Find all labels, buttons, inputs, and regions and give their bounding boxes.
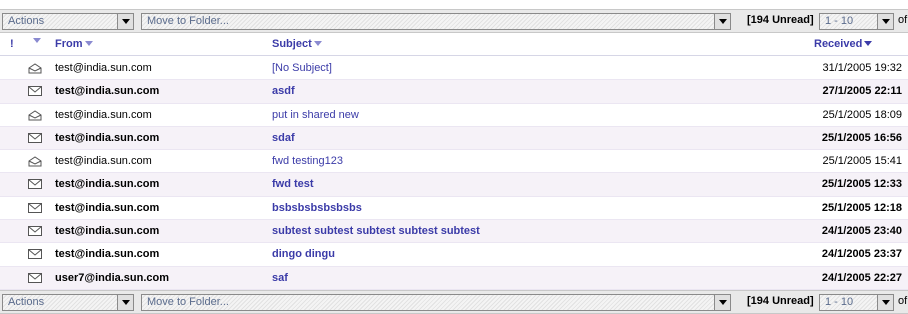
chevron-down-icon[interactable] [877,295,893,310]
message-subject-link[interactable]: dingo dingu [272,248,335,260]
top-toolbar: Actions Move to Folder... [194 Unread] 1… [0,9,908,33]
message-subject-link[interactable]: sdaf [272,132,295,144]
message-subject-link[interactable]: [No Subject] [272,62,332,74]
message-received: 24/1/2005 23:37 [821,248,902,261]
message-from: user7@india.sun.com [55,271,170,284]
actions-dropdown-label: Actions [8,15,45,27]
page-range-label: 1 - 10 [825,296,854,308]
envelope-open-icon [28,63,42,77]
message-row[interactable]: test@india.sun.com dingo dingu 24/1/2005 2… [0,243,908,267]
message-list: test@india.sun.com [No Subject] 31/1/2005 … [0,57,908,290]
message-row[interactable]: test@india.sun.com bsbsbsbsbsbsbs 25/1/200… [0,196,908,221]
sort-arrow-icon [864,41,873,46]
message-row[interactable]: test@india.sun.com subtest subtest subtes… [0,220,908,244]
chevron-down-icon[interactable] [877,14,893,29]
message-row[interactable]: user7@india.sun.com saf 24/1/2005 22:27 [0,266,908,290]
message-subject-link[interactable]: put in shared new [272,109,359,121]
message-from: test@india.sun.com [55,131,160,144]
message-from: test@india.sun.com [55,108,152,121]
envelope-open-icon [28,109,42,124]
message-row[interactable]: test@india.sun.com sdaf 25/1/2005 16:56 [0,126,908,151]
move-to-folder-dropdown[interactable]: Move to Folder... [141,13,731,30]
message-subject-link[interactable]: fwd testing123 [272,155,343,167]
message-subject-link[interactable]: asdf [272,85,295,97]
actions-dropdown[interactable]: Actions [2,13,134,30]
column-header-from[interactable]: From [55,38,93,50]
message-subject-link[interactable]: fwd test [272,178,314,190]
message-row[interactable]: test@india.sun.com put in shared new 25/1/… [0,103,908,127]
sort-arrow-icon [84,41,93,46]
envelope-closed-icon [28,202,42,216]
chevron-down-icon[interactable] [714,14,730,29]
column-header-received[interactable]: Received [814,38,873,50]
sort-arrow-icon [313,41,322,46]
message-received: 25/1/2005 16:56 [821,131,902,144]
envelope-open-icon [28,156,42,170]
message-list-header: ! From Subject Received [0,33,908,56]
envelope-closed-icon [28,132,42,146]
actions-dropdown[interactable]: Actions [2,294,134,311]
unread-count: [194 Unread] [747,14,814,26]
message-received: 24/1/2005 22:27 [821,271,902,284]
message-received: 25/1/2005 12:33 [821,178,902,191]
message-from: test@india.sun.com [55,201,160,214]
message-row[interactable]: test@india.sun.com fwd testing123 25/1/200… [0,150,908,174]
message-received: 24/1/2005 23:40 [821,225,902,238]
move-to-folder-label: Move to Folder... [147,15,229,27]
sort-flag-icon[interactable] [33,38,41,43]
message-row[interactable]: test@india.sun.com asdf 27/1/2005 22:11 [0,80,908,104]
message-received: 31/1/2005 19:32 [822,62,902,74]
message-from: test@india.sun.com [55,85,160,98]
message-from: test@india.sun.com [55,248,160,261]
message-subject-link[interactable]: bsbsbsbsbsbsbs [272,202,362,214]
envelope-closed-icon [28,272,42,286]
actions-dropdown-label: Actions [8,296,45,308]
column-header-subject[interactable]: Subject [272,38,322,50]
exclamation-icon[interactable]: ! [10,38,14,50]
message-from: test@india.sun.com [55,225,160,238]
move-to-folder-dropdown[interactable]: Move to Folder... [141,294,731,311]
move-to-folder-label: Move to Folder... [147,296,229,308]
envelope-closed-icon [28,249,42,262]
page-range-label: 1 - 10 [825,15,854,27]
bottom-toolbar: Actions Move to Folder... [194 Unread] 1… [0,290,908,314]
chevron-down-icon[interactable] [117,295,133,310]
message-received: 25/1/2005 15:41 [822,155,902,168]
message-row[interactable]: test@india.sun.com [No Subject] 31/1/2005 … [0,57,908,81]
page-of-label: of [898,14,908,26]
chevron-down-icon[interactable] [117,14,133,29]
envelope-closed-icon [28,226,42,239]
envelope-closed-icon [28,86,42,99]
message-received: 27/1/2005 22:11 [822,85,902,98]
message-from: test@india.sun.com [55,155,152,168]
page-range-dropdown[interactable]: 1 - 10 [819,13,894,30]
message-from: test@india.sun.com [55,62,152,74]
chevron-down-icon[interactable] [714,295,730,310]
message-subject-link[interactable]: saf [272,272,288,284]
page-of-label: of [898,295,908,307]
unread-count: [194 Unread] [747,295,814,307]
message-subject-link[interactable]: subtest subtest subtest subtest subtest [272,225,480,237]
message-received: 25/1/2005 12:18 [821,201,902,214]
message-row[interactable]: test@india.sun.com fwd test 25/1/2005 12:3… [0,173,908,197]
page-range-dropdown[interactable]: 1 - 10 [819,294,894,311]
message-from: test@india.sun.com [55,178,160,191]
message-received: 25/1/2005 18:09 [822,108,902,121]
envelope-closed-icon [28,179,42,192]
